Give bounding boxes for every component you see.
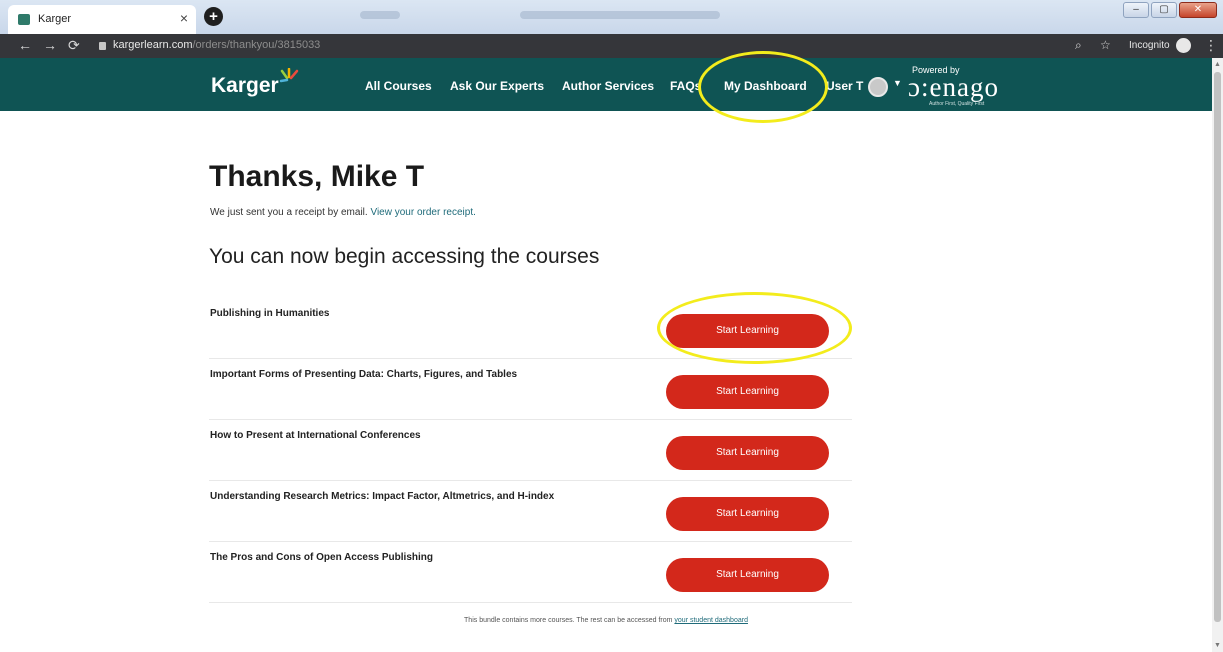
- scroll-up-icon[interactable]: ▲: [1214, 61, 1221, 68]
- course-title: Important Forms of Presenting Data: Char…: [210, 369, 518, 380]
- highlight-ellipse: [698, 51, 828, 123]
- karger-logo-mark-icon: [279, 68, 299, 83]
- nav-all-courses[interactable]: All Courses: [365, 79, 432, 93]
- enago-logo[interactable]: ɔ:enago: [908, 72, 999, 103]
- courses-heading: You can now begin accessing the courses: [209, 245, 600, 268]
- enago-logo-text: enago: [929, 72, 999, 102]
- course-title: How to Present at International Conferen…: [210, 430, 421, 441]
- address-bar[interactable]: kargerlearn.com/orders/thankyou/3815033: [113, 39, 320, 51]
- karger-logo[interactable]: Karger: [211, 74, 279, 98]
- reload-icon[interactable]: ⟳: [68, 37, 80, 54]
- bundle-footer-note: This bundle contains more courses. The r…: [0, 617, 1212, 624]
- start-learning-button[interactable]: Start Learning: [666, 436, 829, 470]
- course-title: The Pros and Cons of Open Access Publish…: [210, 552, 433, 563]
- course-title: Publishing in Humanities: [210, 308, 330, 319]
- bookmark-star-icon[interactable]: ☆: [1100, 38, 1111, 52]
- incognito-icon[interactable]: [1176, 38, 1191, 53]
- new-tab-button[interactable]: +: [204, 7, 223, 26]
- receipt-message: We just sent you a receipt by email. Vie…: [210, 207, 476, 218]
- course-row: The Pros and Cons of Open Access Publish…: [209, 542, 852, 603]
- browser-menu-icon[interactable]: ⋮: [1204, 37, 1218, 54]
- tab-close-icon[interactable]: ×: [180, 10, 188, 26]
- nav-ask-our-experts[interactable]: Ask Our Experts: [450, 79, 544, 93]
- site-header: Karger All Courses Ask Our Experts Autho…: [0, 58, 1212, 111]
- user-menu-label[interactable]: User T: [826, 79, 863, 93]
- chevron-down-icon[interactable]: ▼: [893, 78, 902, 88]
- course-title: Understanding Research Metrics: Impact F…: [210, 491, 555, 502]
- browser-tab[interactable]: Karger ×: [8, 5, 196, 34]
- course-row: Understanding Research Metrics: Impact F…: [209, 481, 852, 542]
- start-learning-button[interactable]: Start Learning: [666, 375, 829, 409]
- karger-favicon-icon: [18, 14, 30, 25]
- browser-toolbar: ← → ⟳ kargerlearn.com/orders/thankyou/38…: [0, 34, 1223, 58]
- url-domain: kargerlearn.com: [113, 39, 193, 51]
- highlight-ellipse: [657, 292, 852, 364]
- nav-faqs[interactable]: FAQs: [670, 79, 701, 93]
- zoom-icon[interactable]: ⌕: [1075, 38, 1082, 53]
- back-arrow-icon[interactable]: ←: [18, 37, 32, 53]
- order-receipt-link[interactable]: View your order receipt.: [370, 207, 475, 218]
- minimize-button[interactable]: –: [1123, 2, 1149, 18]
- lock-icon: [99, 42, 106, 50]
- browser-tab-bar: Karger × + – ▢ ✕: [0, 0, 1223, 34]
- forward-arrow-icon[interactable]: →: [43, 37, 57, 53]
- screen: Karger × + – ▢ ✕ ← → ⟳ kargerlearn.com/o…: [0, 0, 1223, 652]
- student-dashboard-link[interactable]: your student dashboard: [674, 617, 748, 624]
- nav-author-services[interactable]: Author Services: [562, 79, 654, 93]
- maximize-button[interactable]: ▢: [1151, 2, 1177, 18]
- course-row: Important Forms of Presenting Data: Char…: [209, 359, 852, 420]
- start-learning-button[interactable]: Start Learning: [666, 558, 829, 592]
- receipt-text: We just sent you a receipt by email.: [210, 207, 368, 218]
- window-controls: – ▢ ✕: [1123, 2, 1217, 20]
- incognito-label: Incognito: [1129, 40, 1170, 51]
- blurred-background-window: [360, 11, 400, 19]
- user-avatar-icon[interactable]: [868, 77, 888, 97]
- url-path: /orders/thankyou/3815033: [192, 39, 321, 51]
- blurred-background-window: [520, 11, 720, 19]
- close-window-button[interactable]: ✕: [1179, 2, 1217, 18]
- page-title: Thanks, Mike T: [209, 160, 425, 193]
- course-row: How to Present at International Conferen…: [209, 420, 852, 481]
- scroll-down-icon[interactable]: ▼: [1214, 642, 1221, 649]
- footer-text: This bundle contains more courses. The r…: [464, 617, 673, 624]
- tab-title: Karger: [38, 13, 72, 25]
- enago-tagline: Author First, Quality First: [929, 101, 985, 107]
- scrollbar-thumb[interactable]: [1214, 72, 1221, 622]
- start-learning-button[interactable]: Start Learning: [666, 497, 829, 531]
